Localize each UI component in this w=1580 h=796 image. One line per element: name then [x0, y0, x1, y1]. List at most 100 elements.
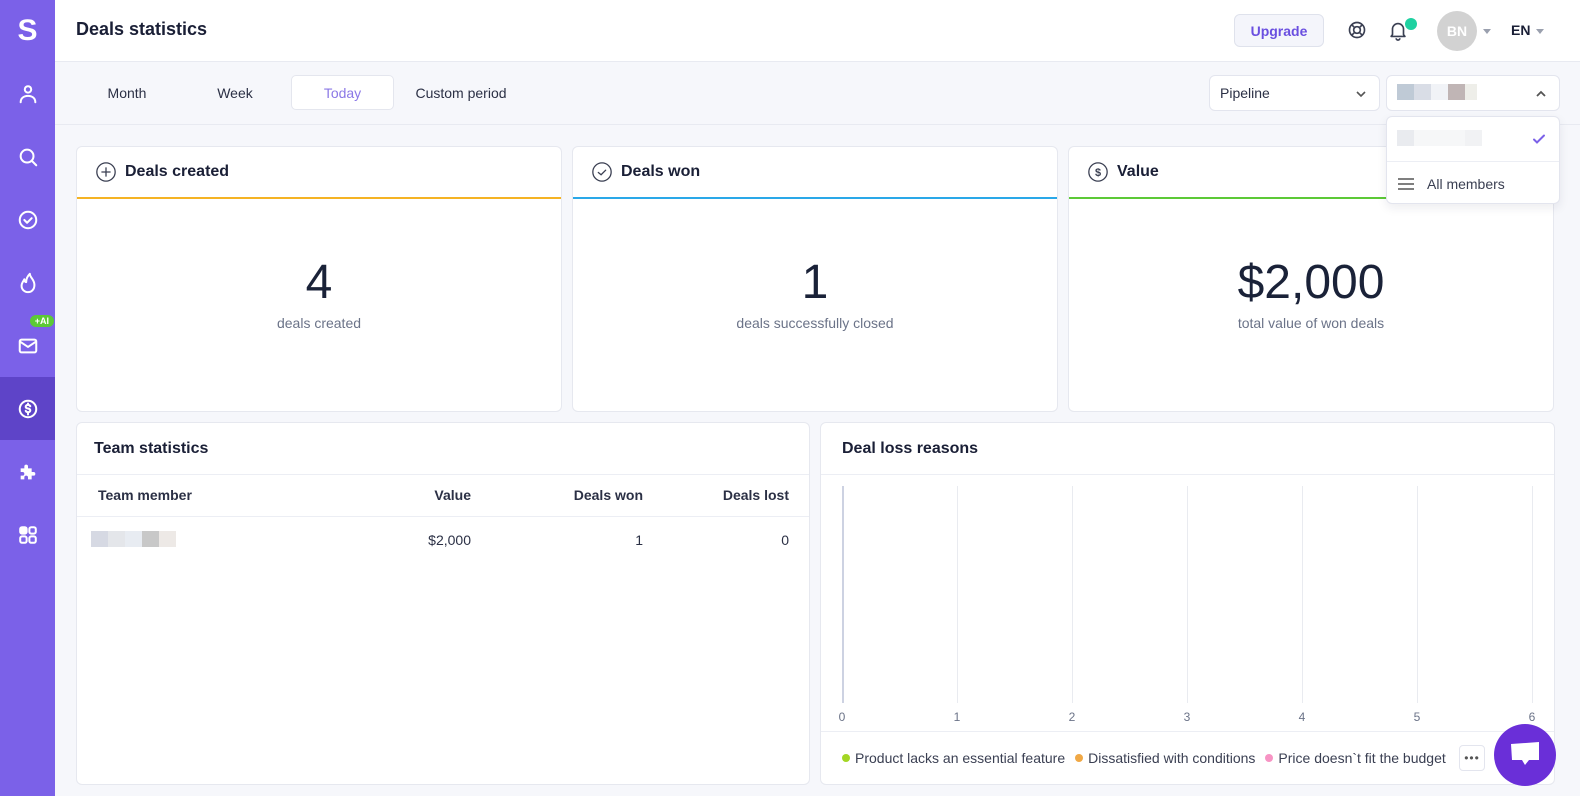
sidebar-item-email[interactable]: +AI: [0, 314, 55, 377]
dropdown-item-all-members[interactable]: All members: [1387, 161, 1559, 205]
pipeline-select[interactable]: Pipeline: [1209, 75, 1380, 111]
row-deals-lost: 0: [781, 532, 789, 549]
team-statistics-card: Team statistics Team member Value Deals …: [76, 422, 810, 785]
legend-label: Dissatisfied with conditions: [1088, 750, 1256, 766]
x-tick-label: 4: [1298, 710, 1306, 724]
column-team-member[interactable]: Team member: [77, 475, 317, 517]
page-title: Deals statistics: [76, 19, 208, 39]
card-title: Value: [1117, 163, 1159, 180]
sidebar-item-hot-leads[interactable]: [0, 251, 55, 314]
gridline: [1072, 486, 1073, 703]
deals-created-value: 4: [305, 256, 333, 309]
chevron-down-icon: [1356, 91, 1366, 98]
deals-created-header: Deals created: [77, 147, 561, 199]
member-select[interactable]: [1386, 75, 1560, 111]
check-circle-icon: [18, 210, 37, 229]
sidebar-item-integrations[interactable]: [0, 440, 55, 503]
deals-won-card: Deals won 1 deals successfully closed: [572, 146, 1058, 412]
app-logo[interactable]: S: [0, 0, 55, 62]
team-member-redacted: [77, 516, 317, 564]
language-selector[interactable]: EN: [1511, 22, 1530, 38]
check-circle-icon: [592, 162, 612, 182]
x-tick-label: 5: [1413, 710, 1421, 724]
more-options-button[interactable]: •••: [1459, 745, 1485, 771]
tab-today[interactable]: Today: [291, 75, 394, 110]
legend-item[interactable]: Product lacks an essential feature: [842, 750, 1065, 766]
avatar-caret-icon[interactable]: [1483, 29, 1491, 34]
column-value[interactable]: Value: [317, 475, 471, 517]
sidebar-item-deals[interactable]: [0, 377, 55, 440]
legend-item[interactable]: Price doesn`t fit the budget: [1265, 750, 1446, 766]
sidebar-item-tasks[interactable]: [0, 188, 55, 251]
user-icon: [19, 84, 36, 103]
dollar-circle-icon: [18, 399, 37, 418]
grid-icon: [18, 525, 37, 544]
legend-label: Product lacks an essential feature: [855, 750, 1066, 766]
sidebar-item-contacts[interactable]: [0, 62, 55, 125]
chevron-up-icon: [1536, 90, 1546, 97]
upgrade-button[interactable]: Upgrade: [1234, 14, 1324, 47]
team-statistics-title: Team statistics: [77, 423, 809, 475]
chat-support-button[interactable]: [1494, 724, 1556, 786]
deals-won-caption: deals successfully closed: [736, 315, 894, 331]
sidebar-item-apps[interactable]: [0, 503, 55, 566]
value-caption: total value of won deals: [1237, 315, 1385, 331]
sidebar: S +AI: [0, 0, 55, 796]
member-name-redacted: [1397, 129, 1482, 149]
member-select-value-redacted: [1397, 83, 1477, 103]
x-tick-label: 2: [1068, 710, 1076, 724]
gridline: [1417, 486, 1418, 703]
gridline: [1187, 486, 1188, 703]
tab-week[interactable]: Week: [184, 75, 286, 110]
table-row[interactable]: $2,000 1 0: [77, 516, 809, 564]
dollar-circle-icon: $: [1088, 162, 1108, 182]
svg-text:$: $: [1095, 167, 1101, 179]
menu-icon: [1398, 177, 1414, 190]
dropdown-item-current-member[interactable]: [1387, 117, 1559, 161]
tab-month[interactable]: Month: [76, 75, 178, 110]
deal-loss-title: Deal loss reasons: [821, 423, 1554, 475]
top-header: Deals statistics Upgrade BN EN: [55, 0, 1580, 62]
filter-bar: Month Week Today Custom period Pipeline: [55, 62, 1580, 125]
sidebar-item-search[interactable]: [0, 125, 55, 188]
x-tick-label: 1: [953, 710, 961, 724]
flame-icon: [20, 272, 35, 293]
legend-color-dot: [1075, 754, 1084, 762]
team-statistics-table: Team member Value Deals won Deals lost $…: [77, 475, 809, 564]
legend-label: Price doesn`t fit the budget: [1278, 750, 1446, 766]
checkmark-icon: [1533, 134, 1545, 144]
column-deals-lost[interactable]: Deals lost: [643, 475, 809, 517]
user-avatar[interactable]: BN: [1437, 11, 1477, 51]
search-icon: [19, 148, 37, 166]
x-tick-label: 6: [1528, 710, 1536, 724]
tab-custom-period[interactable]: Custom period: [401, 75, 521, 110]
legend-color-dot: [1265, 754, 1274, 762]
deals-won-value: 1: [801, 256, 829, 309]
pipeline-select-value: Pipeline: [1220, 85, 1270, 101]
member-dropdown: All members: [1386, 116, 1560, 204]
column-deals-won[interactable]: Deals won: [471, 475, 643, 517]
ai-badge: +AI: [29, 315, 54, 327]
deals-won-header: Deals won: [573, 147, 1057, 199]
gridline: [957, 486, 958, 703]
gridline: [1302, 486, 1303, 703]
card-title: Deals won: [621, 163, 701, 180]
deals-created-card: Deals created 4 deals created: [76, 146, 562, 412]
plus-circle-icon: [96, 162, 116, 182]
puzzle-icon: [20, 464, 35, 479]
x-tick-label: 0: [838, 710, 846, 724]
chart-legend: Product lacks an essential feature Dissat…: [821, 731, 1554, 784]
deal-loss-reasons-card: Deal loss reasons 0 1 2 3 4 5 6 Product lacks …: [820, 422, 1555, 785]
x-tick-label: 3: [1183, 710, 1191, 724]
notification-dot: [1405, 18, 1417, 30]
value-amount: $2,000: [1237, 256, 1385, 309]
help-lifebuoy-icon[interactable]: [1347, 20, 1367, 40]
mail-icon: [18, 338, 37, 353]
gridline: [842, 486, 844, 703]
deals-created-caption: deals created: [276, 315, 362, 331]
language-caret-icon[interactable]: [1536, 29, 1544, 34]
deal-loss-chart: 0 1 2 3 4 5 6: [821, 476, 1554, 732]
legend-color-dot: [842, 754, 850, 762]
row-deals-won: 1: [635, 532, 643, 549]
legend-item[interactable]: Dissatisfied with conditions: [1075, 750, 1255, 766]
